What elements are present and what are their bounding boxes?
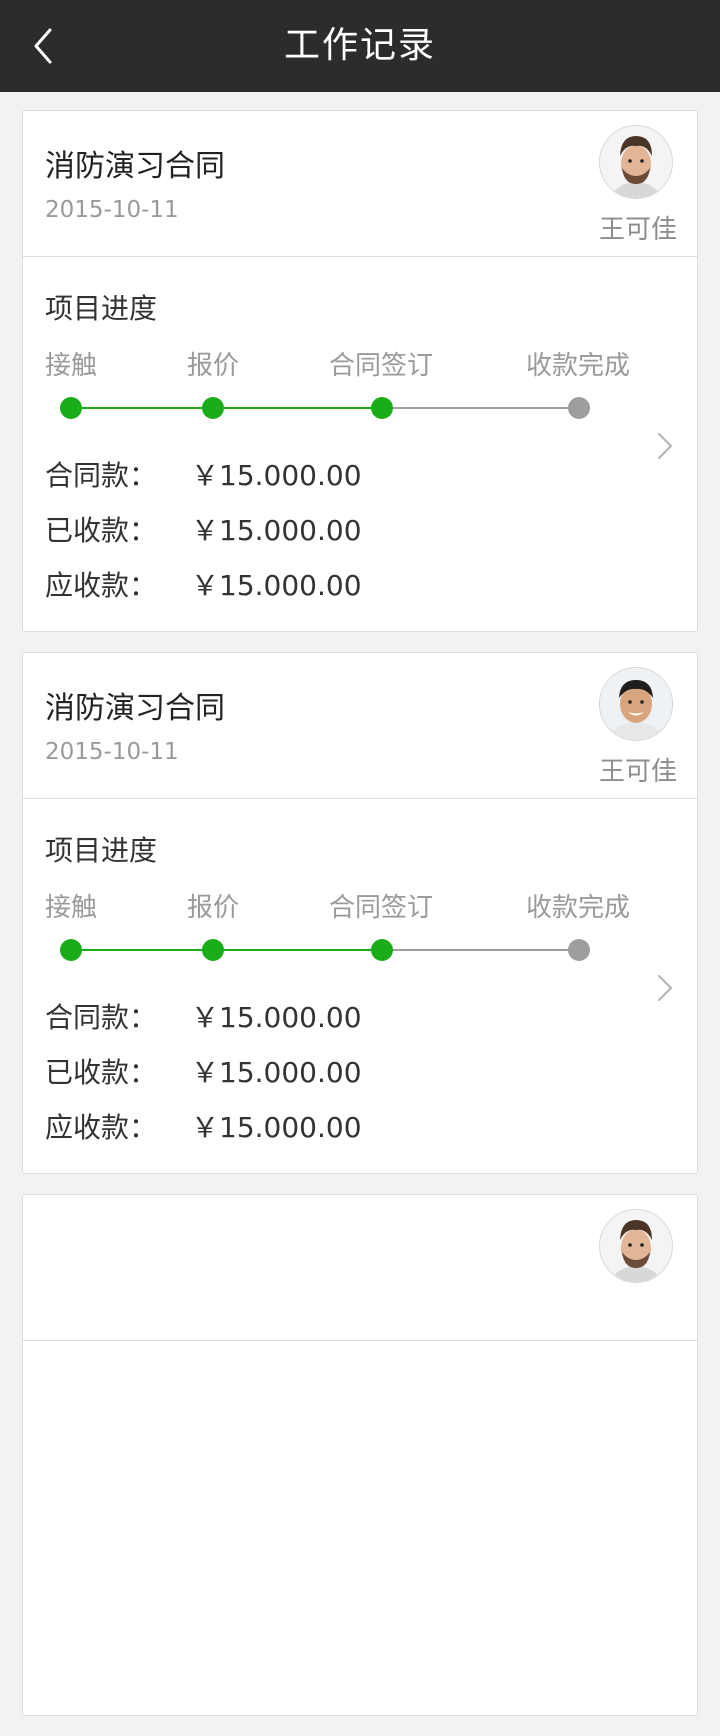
amount-value: ￥15.000.00 <box>191 1111 362 1144</box>
amount-row: 应收款： ￥15.000.00 <box>45 1106 362 1146</box>
stage-label: 合同签订 <box>329 351 434 381</box>
stage-dot-done <box>371 939 393 961</box>
progress-track <box>382 949 579 951</box>
amount-label: 合同款： <box>45 1001 158 1034</box>
amount-row: 合同款： ￥15.000.00 <box>45 454 362 494</box>
amount-row: 已收款： ￥15.000.00 <box>45 1051 362 1091</box>
amount-label: 合同款： <box>45 459 158 492</box>
owner-avatar <box>599 667 673 741</box>
stage-label: 接触 <box>45 351 98 381</box>
stage-dot-done <box>60 939 82 961</box>
record-card-header <box>23 1195 697 1341</box>
stage-label: 报价 <box>187 351 240 381</box>
title-bar: 工作记录 <box>0 0 720 92</box>
stage-label: 收款完成 <box>526 351 631 381</box>
record-card[interactable]: 消防演习合同 2015-10-11 王可佳项目进度接触 报价 合同签订 收款完成合同款： ￥… <box>22 110 698 632</box>
progress-track <box>213 949 382 951</box>
progress-title: 项目进度 <box>45 834 158 867</box>
stage-dot-pending <box>568 939 590 961</box>
chevron-right-icon[interactable] <box>655 973 675 1003</box>
record-card-header: 消防演习合同 2015-10-11 王可佳 <box>23 111 697 257</box>
record-title: 消防演习合同 <box>45 149 225 184</box>
progress-track <box>71 407 213 409</box>
stage-dot-done <box>371 397 393 419</box>
record-card[interactable] <box>22 1194 698 1716</box>
stage-dot-done <box>202 397 224 419</box>
record-card[interactable]: 消防演习合同 2015-10-11 王可佳项目进度接触 报价 合同签订 收款完成合同款： ￥… <box>22 652 698 1174</box>
page-title: 工作记录 <box>283 25 436 66</box>
record-date: 2015-10-11 <box>45 197 179 223</box>
amount-value: ￥15.000.00 <box>191 514 362 547</box>
amount-label: 应收款： <box>45 569 158 602</box>
owner-name: 王可佳 <box>598 215 677 245</box>
stage-dot-pending <box>568 397 590 419</box>
stage-dot-done <box>202 939 224 961</box>
chevron-right-icon[interactable] <box>655 431 675 461</box>
amount-value: ￥15.000.00 <box>191 1001 362 1034</box>
stage-label: 合同签订 <box>329 893 434 923</box>
progress-track <box>213 407 382 409</box>
progress-title: 项目进度 <box>45 292 158 325</box>
stage-dot-done <box>60 397 82 419</box>
owner-name: 王可佳 <box>598 757 677 787</box>
stage-label: 接触 <box>45 893 98 923</box>
record-date: 2015-10-11 <box>45 739 179 765</box>
amount-row: 合同款： ￥15.000.00 <box>45 996 362 1036</box>
stage-label: 报价 <box>187 893 240 923</box>
stage-label: 收款完成 <box>526 893 631 923</box>
owner-avatar <box>599 125 673 199</box>
record-list: 消防演习合同 2015-10-11 王可佳 项目进度 接触 报价 合同签订 收款完成 合同款： ￥… <box>22 110 698 1736</box>
amount-label: 应收款： <box>45 1111 158 1144</box>
amount-label: 已收款： <box>45 1056 158 1089</box>
amount-row: 应收款： ￥15.000.00 <box>45 564 362 604</box>
amount-value: ￥15.000.00 <box>191 569 362 602</box>
amount-row: 已收款： ￥15.000.00 <box>45 509 362 549</box>
owner-avatar <box>599 1209 673 1283</box>
progress-track <box>382 407 579 409</box>
record-card-header: 消防演习合同 2015-10-11 王可佳 <box>23 653 697 799</box>
amount-value: ￥15.000.00 <box>191 1056 362 1089</box>
record-title: 消防演习合同 <box>45 691 225 726</box>
amount-label: 已收款： <box>45 514 158 547</box>
progress-track <box>71 949 213 951</box>
amount-value: ￥15.000.00 <box>191 459 362 492</box>
